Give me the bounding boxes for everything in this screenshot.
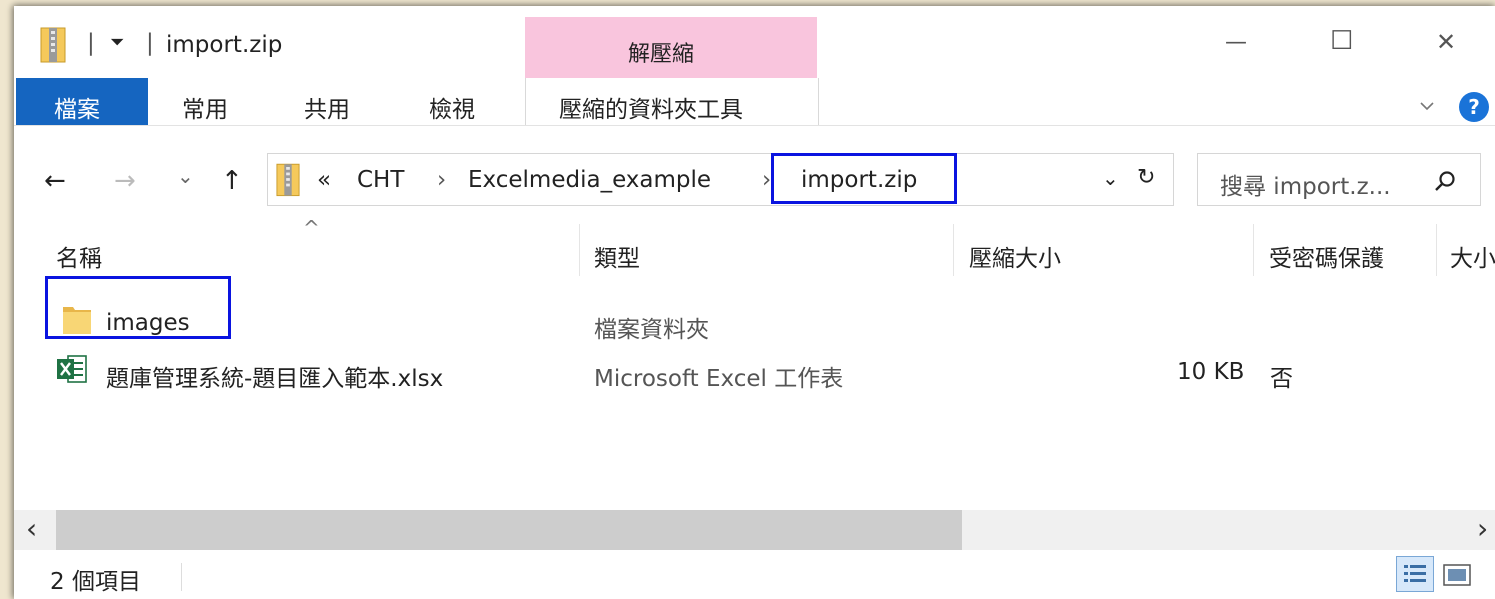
file-password-protected: 否 xyxy=(1270,366,1293,392)
column-divider[interactable] xyxy=(579,224,580,276)
status-bar xyxy=(14,550,1495,599)
column-divider[interactable] xyxy=(1436,224,1437,276)
chevron-down-icon[interactable] xyxy=(1419,100,1435,112)
column-header-name[interactable]: 名稱 xyxy=(56,239,102,273)
maximize-button[interactable]: ☐ xyxy=(1330,26,1353,56)
up-button[interactable]: ↑ xyxy=(221,166,243,196)
file-type: Microsoft Excel 工作表 xyxy=(594,366,844,392)
address-overflow-button[interactable]: « xyxy=(317,167,331,193)
scroll-left-button[interactable]: ‹ xyxy=(26,512,37,545)
zip-folder-icon xyxy=(40,25,66,63)
column-header-compressed-size[interactable]: 壓縮大小 xyxy=(969,239,1061,273)
quick-access-separator: | xyxy=(146,30,154,56)
breadcrumb-separator[interactable]: › xyxy=(762,167,771,193)
file-row[interactable] xyxy=(44,296,1484,340)
breadcrumb-separator[interactable]: › xyxy=(437,167,446,193)
contextual-tab-group-label: 解壓縮 xyxy=(628,42,695,67)
recent-locations-button[interactable]: ⌄ xyxy=(177,164,194,188)
excel-file-icon xyxy=(56,354,88,384)
column-header-password-protected[interactable]: 受密碼保護 xyxy=(1269,239,1384,273)
scroll-right-button[interactable]: › xyxy=(1477,512,1488,545)
tab-view[interactable]: 檢視 xyxy=(429,90,475,124)
quick-access-separator: | xyxy=(87,30,95,56)
quick-access-dropdown[interactable]: ⏷ xyxy=(110,32,124,53)
scrollbar-thumb[interactable] xyxy=(56,510,962,550)
minimize-button[interactable]: — xyxy=(1225,30,1247,55)
item-count: 2 個項目 xyxy=(50,569,141,595)
file-compressed-size: 10 KB xyxy=(1177,359,1245,385)
breadcrumb-cht[interactable]: CHT xyxy=(357,167,404,193)
window-title: import.zip xyxy=(166,32,283,58)
details-view-button[interactable] xyxy=(1396,556,1434,592)
help-icon[interactable]: ? xyxy=(1459,92,1489,122)
tab-share[interactable]: 共用 xyxy=(304,90,350,124)
file-type: 檔案資料夾 xyxy=(594,317,709,343)
column-divider[interactable] xyxy=(1253,224,1254,276)
explorer-window: 解壓縮 | ⏷ | import.zip — ☐ ✕ 檔案 常用 共用 檢視 壓… xyxy=(14,6,1495,599)
status-divider xyxy=(181,563,182,591)
back-button[interactable]: ← xyxy=(44,166,66,196)
tab-file-label: 檔案 xyxy=(54,97,100,123)
forward-button[interactable]: → xyxy=(114,166,136,196)
column-divider[interactable] xyxy=(953,224,954,276)
column-header-size[interactable]: 大小 xyxy=(1450,239,1495,273)
search-icon[interactable] xyxy=(1433,169,1457,193)
tab-compressed-folder-tools-label: 壓縮的資料夾工具 xyxy=(559,97,743,123)
highlight-box xyxy=(45,276,231,339)
address-dropdown-button[interactable]: ⌄ xyxy=(1102,166,1119,190)
breadcrumb-excelmedia-example[interactable]: Excelmedia_example xyxy=(468,167,711,193)
tab-home[interactable]: 常用 xyxy=(182,90,228,124)
highlight-box xyxy=(771,153,957,204)
zip-folder-icon xyxy=(276,161,300,197)
file-name: 題庫管理系統-題目匯入範本.xlsx xyxy=(106,366,444,392)
close-button[interactable]: ✕ xyxy=(1436,28,1456,56)
refresh-button[interactable]: ↻ xyxy=(1137,165,1155,190)
search-input[interactable]: 搜尋 import.z... xyxy=(1220,167,1391,201)
sort-indicator: ^ xyxy=(303,216,320,240)
column-header-type[interactable]: 類型 xyxy=(594,239,640,273)
large-icons-view-button[interactable] xyxy=(1442,562,1472,588)
